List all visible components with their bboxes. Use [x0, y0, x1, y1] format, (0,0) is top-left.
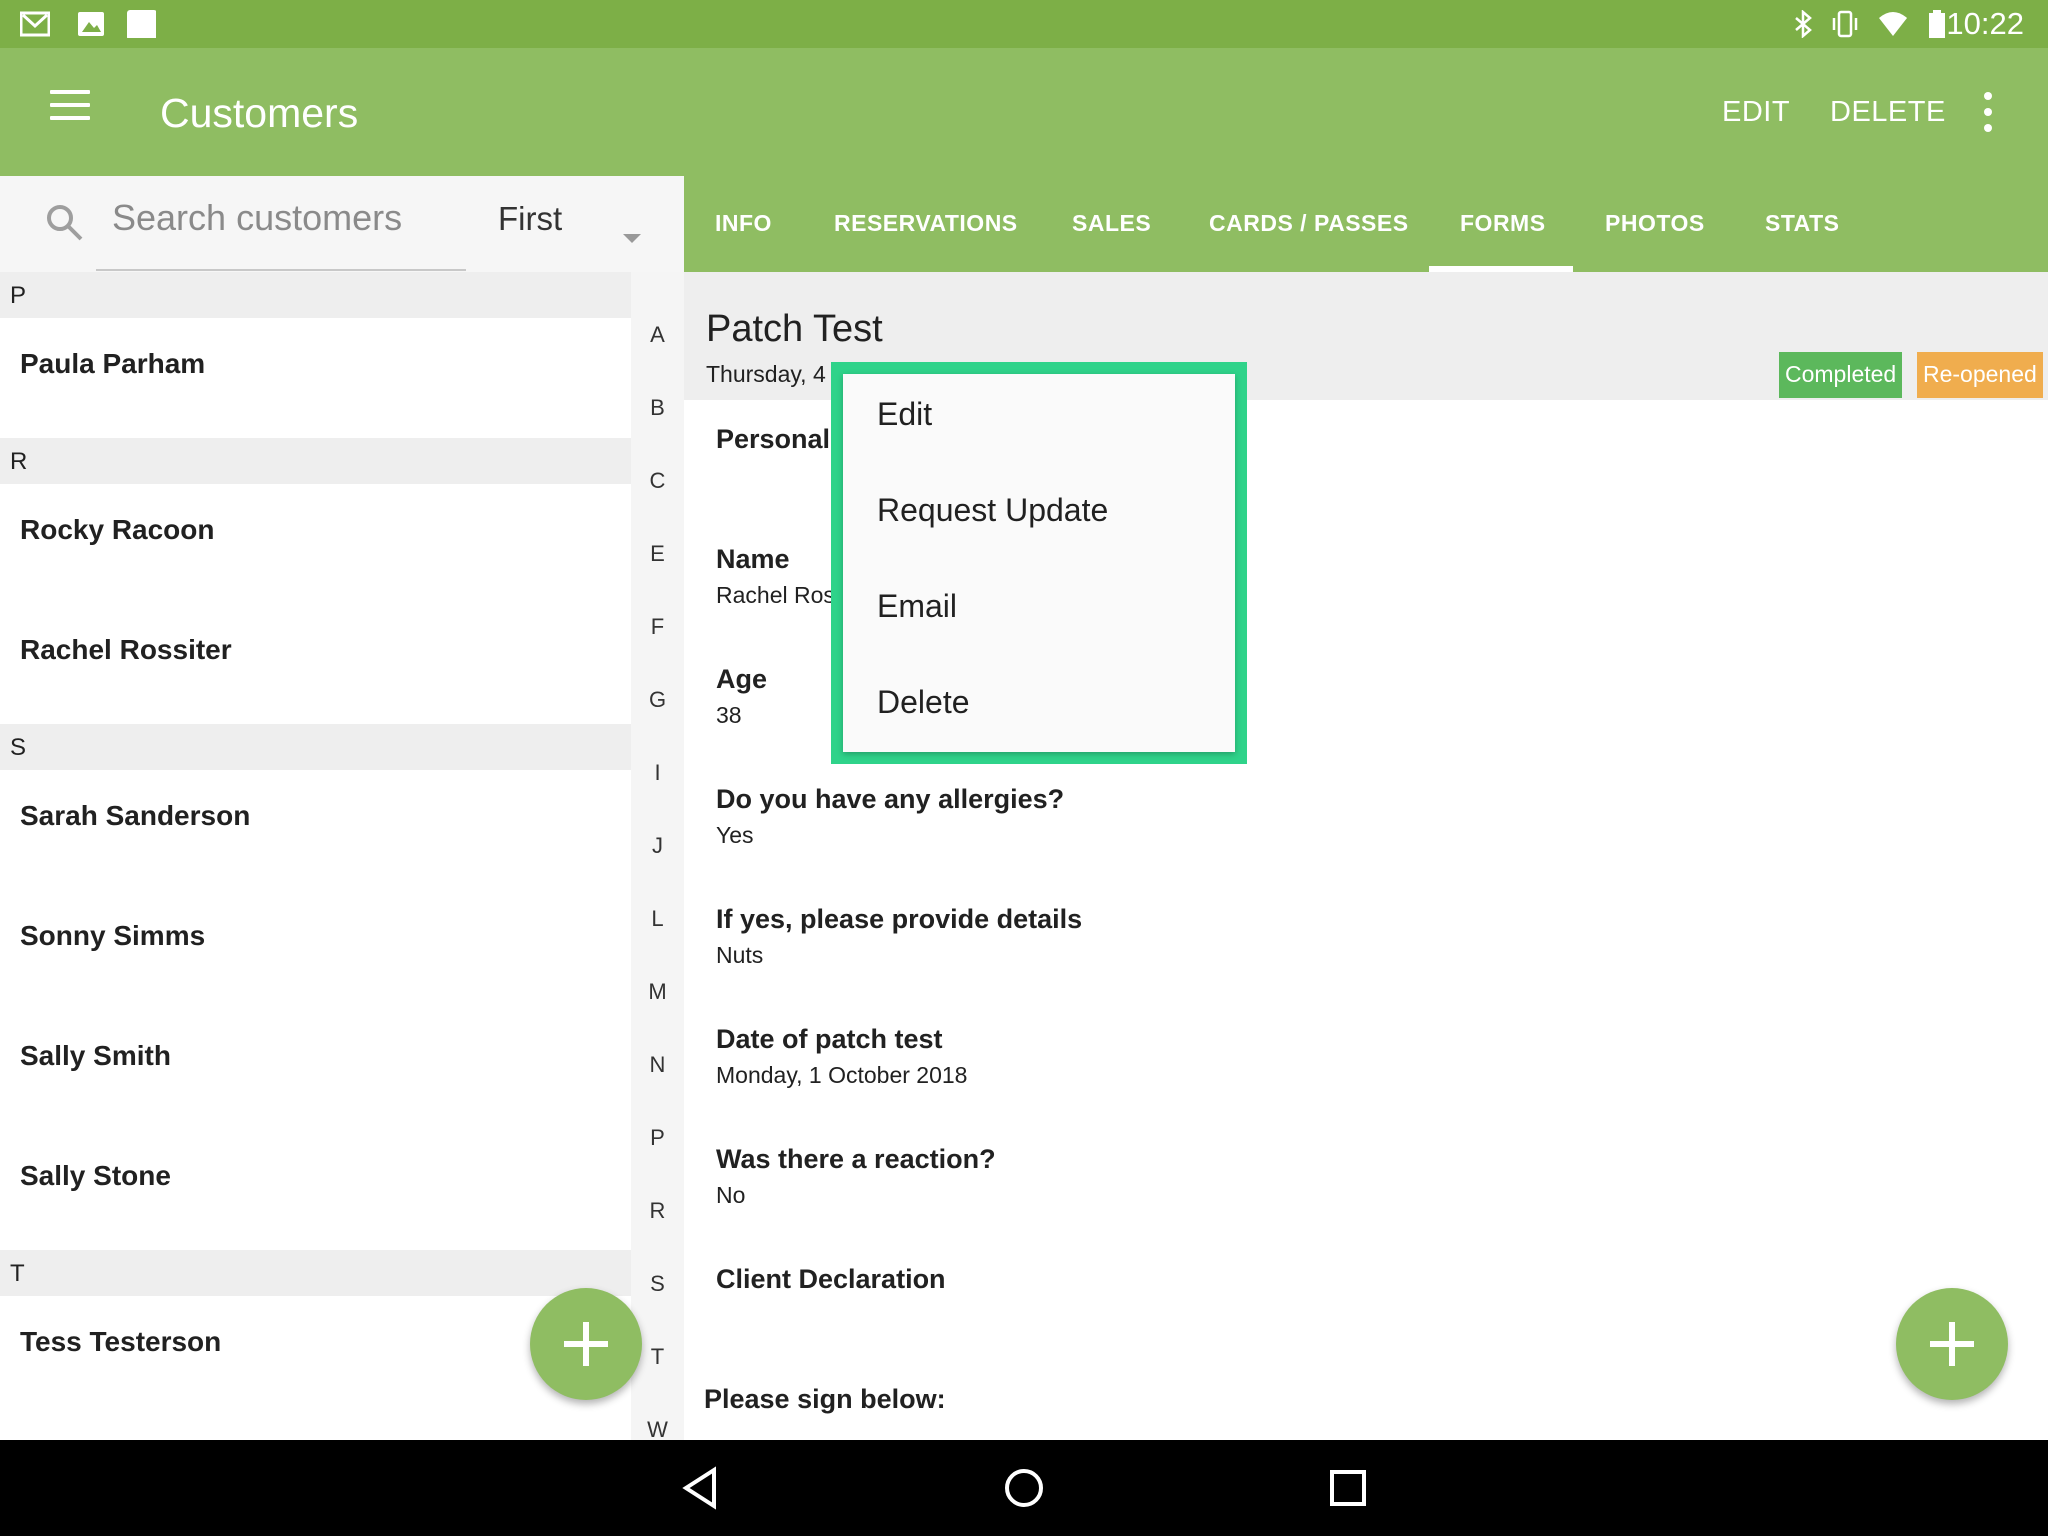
- sort-value: First: [498, 200, 563, 237]
- field-value: No: [716, 1182, 746, 1208]
- index-letter[interactable]: F: [631, 614, 684, 640]
- form-actions-menu: Edit Request Update Email Delete: [843, 374, 1235, 752]
- status-badge-reopened: Re-opened: [1917, 352, 2043, 398]
- section-header: R: [0, 438, 631, 484]
- index-letter[interactable]: I: [631, 760, 684, 786]
- vibrate-icon: [1832, 10, 1858, 38]
- section-header: T: [0, 1250, 631, 1296]
- field-value: 38: [716, 702, 742, 728]
- detail-tabs: INFO RESERVATIONS SALES CARDS / PASSES F…: [684, 176, 2048, 272]
- dropdown-caret-icon: [623, 234, 641, 243]
- customer-name: Paula Parham: [20, 348, 206, 379]
- tab-sales[interactable]: SALES: [1072, 210, 1151, 237]
- customer-name: Rocky Racoon: [20, 514, 215, 545]
- status-badge-completed: Completed: [1779, 352, 1903, 398]
- field-value: Monday, 1 October 2018: [716, 1062, 968, 1088]
- delete-button[interactable]: DELETE: [1830, 96, 1946, 129]
- customer-name: Sarah Sanderson: [20, 800, 251, 831]
- notification-icon: [127, 10, 156, 38]
- add-customer-button[interactable]: [530, 1288, 642, 1400]
- section-header: S: [0, 724, 631, 770]
- index-letter[interactable]: C: [631, 468, 684, 494]
- clock: 10:22: [1946, 6, 2024, 41]
- search-icon: [47, 205, 83, 241]
- form-title: Patch Test: [706, 308, 883, 350]
- tab-photos[interactable]: PHOTOS: [1605, 210, 1705, 237]
- wifi-icon: [1879, 12, 1907, 36]
- customer-name: Rachel Rossiter: [20, 634, 232, 665]
- index-letter[interactable]: J: [631, 833, 684, 859]
- sort-dropdown[interactable]: First: [480, 190, 660, 254]
- menu-item-request-update[interactable]: Request Update: [877, 492, 1108, 529]
- customer-list: P Paula Parham R Rocky Racoon Rachel Ros…: [0, 272, 631, 1416]
- index-letter[interactable]: E: [631, 541, 684, 567]
- customer-name: Sally Smith: [20, 1040, 171, 1071]
- tab-info[interactable]: INFO: [715, 210, 772, 237]
- customer-name: Sally Stone: [20, 1160, 171, 1191]
- index-letter[interactable]: A: [631, 322, 684, 348]
- system-nav-bar: [0, 1440, 2048, 1536]
- index-letter[interactable]: P: [631, 1125, 684, 1151]
- list-item[interactable]: Sarah Sanderson: [0, 770, 631, 890]
- index-letter[interactable]: W: [631, 1417, 684, 1440]
- form-section-title: Personal: [716, 424, 831, 454]
- gallery-icon: [78, 12, 104, 36]
- page-title: Customers: [160, 90, 359, 136]
- search-input[interactable]: [112, 194, 462, 242]
- list-item[interactable]: Sonny Simms: [0, 890, 631, 1010]
- bluetooth-icon: [1795, 10, 1812, 38]
- index-letter[interactable]: L: [631, 906, 684, 932]
- customer-list-panel: First P Paula Parham R Rocky Racoon Rach…: [0, 176, 684, 1440]
- popup-highlight-frame: Edit Request Update Email Delete: [831, 362, 1247, 764]
- list-item[interactable]: Sally Stone: [0, 1130, 631, 1250]
- field-label: Do you have any allergies?: [716, 784, 1065, 814]
- recents-icon[interactable]: [1322, 1462, 1374, 1514]
- list-item[interactable]: Rocky Racoon: [0, 484, 631, 604]
- index-letter[interactable]: B: [631, 395, 684, 421]
- status-bar: 10:22: [0, 0, 2048, 48]
- index-letter[interactable]: N: [631, 1052, 684, 1078]
- search-bar: First: [0, 176, 684, 272]
- tab-stats[interactable]: STATS: [1765, 210, 1839, 237]
- list-item[interactable]: Sally Smith: [0, 1010, 631, 1130]
- customer-name: Sonny Simms: [20, 920, 206, 951]
- list-item[interactable]: Paula Parham: [0, 318, 631, 438]
- field-value: Nuts: [716, 942, 764, 968]
- index-letter[interactable]: S: [631, 1271, 684, 1297]
- customer-name: Tess Testerson: [20, 1326, 222, 1357]
- tab-reservations[interactable]: RESERVATIONS: [834, 210, 1018, 237]
- gmail-icon: [20, 11, 50, 37]
- index-letter[interactable]: R: [631, 1198, 684, 1224]
- home-icon[interactable]: [998, 1462, 1050, 1514]
- sign-prompt: Please sign below:: [704, 1384, 946, 1414]
- client-declaration-label: Client Declaration: [716, 1264, 946, 1294]
- field-label: Name: [716, 544, 790, 574]
- index-letter[interactable]: M: [631, 979, 684, 1005]
- search-underline: [96, 269, 466, 271]
- tab-forms[interactable]: FORMS: [1460, 210, 1546, 237]
- field-label: Date of patch test: [716, 1024, 943, 1054]
- list-item[interactable]: Rachel Rossiter: [0, 604, 631, 724]
- form-date: Thursday, 4: [706, 361, 826, 387]
- alphabet-index: A B C E F G I J L M N P R S T W: [631, 272, 684, 1440]
- back-icon[interactable]: [676, 1462, 728, 1514]
- edit-button[interactable]: EDIT: [1722, 96, 1790, 129]
- field-value: Rachel Ros: [716, 582, 835, 608]
- field-label: Was there a reaction?: [716, 1144, 996, 1174]
- menu-item-edit[interactable]: Edit: [877, 396, 932, 433]
- index-letter[interactable]: G: [631, 687, 684, 713]
- add-form-button[interactable]: [1896, 1288, 2008, 1400]
- more-options-icon[interactable]: [1982, 92, 1994, 132]
- menu-item-delete[interactable]: Delete: [877, 684, 970, 721]
- hamburger-menu-icon[interactable]: [50, 90, 94, 130]
- field-label: If yes, please provide details: [716, 904, 1083, 934]
- app-toolbar: Customers EDIT DELETE: [0, 48, 2048, 176]
- tab-cards-passes[interactable]: CARDS / PASSES: [1209, 210, 1409, 237]
- section-header: P: [0, 272, 631, 318]
- menu-item-email[interactable]: Email: [877, 588, 957, 625]
- field-label: Age: [716, 664, 768, 694]
- field-value: Yes: [716, 822, 754, 848]
